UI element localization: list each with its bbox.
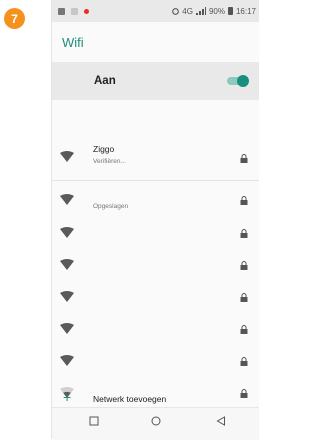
network-status: Opgeslagen <box>93 203 129 210</box>
wifi-signal-icon <box>60 355 74 366</box>
wifi-signal-icon <box>60 291 74 302</box>
wifi-toggle-label: Aan <box>94 75 116 87</box>
wifi-signal-icon <box>60 227 74 238</box>
network-status: Verifiëren... <box>93 158 126 165</box>
network-name: Ziggo <box>93 144 115 154</box>
lock-icon <box>240 261 248 270</box>
phone-screen: 4G 90% 16:17 Wifi Aan Ziggo Verifiëren..… <box>51 0 259 440</box>
status-bar: 4G 90% 16:17 <box>52 0 259 22</box>
app-bar: Wifi <box>52 22 259 62</box>
wifi-toggle-switch[interactable] <box>227 75 249 87</box>
network-item[interactable] <box>52 282 259 314</box>
section-divider <box>52 180 259 181</box>
add-network-row[interactable]: + Netwerk toevoegen <box>52 389 259 407</box>
network-item[interactable] <box>52 314 259 346</box>
lock-icon <box>240 196 248 205</box>
back-icon[interactable] <box>216 416 226 426</box>
lock-icon <box>240 154 248 163</box>
lock-icon <box>240 325 248 334</box>
navigation-bar <box>52 407 259 440</box>
network-item[interactable] <box>52 346 259 378</box>
page-title: Wifi <box>62 34 84 50</box>
network-item[interactable]: Opgeslagen <box>52 186 259 218</box>
wifi-signal-icon <box>60 323 74 334</box>
recent-apps-icon[interactable] <box>89 416 99 426</box>
battery-icon <box>227 7 233 15</box>
clock: 16:17 <box>235 6 256 16</box>
add-network-label: Netwerk toevoegen <box>93 394 167 404</box>
battery-percent: 90% <box>208 6 225 16</box>
home-icon[interactable] <box>151 416 161 426</box>
notification-icon <box>58 7 65 15</box>
lock-icon <box>240 357 248 366</box>
lock-icon <box>240 229 248 238</box>
network-item[interactable] <box>52 250 259 282</box>
network-item[interactable] <box>52 218 259 250</box>
data-sync-icon <box>172 7 180 15</box>
wifi-signal-icon <box>60 259 74 270</box>
toggle-knob <box>237 75 249 87</box>
lock-icon <box>240 293 248 302</box>
wifi-signal-icon <box>60 151 74 162</box>
wifi-toggle-row[interactable]: Aan <box>52 62 259 100</box>
step-badge: 7 <box>4 8 25 29</box>
network-type: 4G <box>182 6 193 16</box>
wifi-signal-icon <box>60 194 74 205</box>
network-item-ziggo[interactable]: Ziggo Verifiëren... <box>52 138 259 170</box>
image-notification-icon <box>71 7 78 15</box>
plus-icon: + <box>63 389 72 405</box>
red-dot-notification-icon <box>84 8 89 14</box>
signal-icon <box>195 7 206 15</box>
